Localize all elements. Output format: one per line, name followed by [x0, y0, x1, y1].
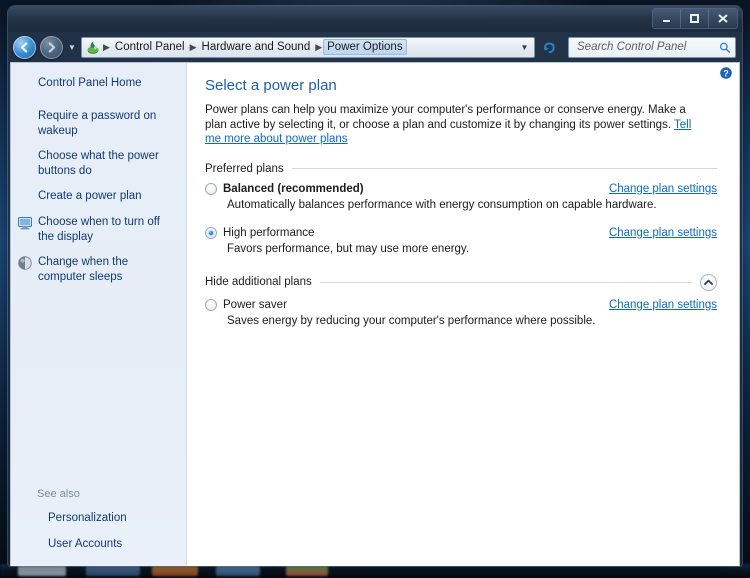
plan-name-high-performance: High performance [223, 226, 315, 239]
preferred-plans-group: Preferred plans Balanced (recommended) C… [205, 163, 717, 256]
plan-description-balanced: Automatically balances performance with … [227, 198, 657, 211]
sidebar-item-choose-power-buttons[interactable]: Choose what the power buttons do [11, 149, 186, 179]
window-titlebar[interactable] [8, 6, 742, 32]
sidebar-item-label: User Accounts [48, 538, 123, 550]
change-plan-settings-balanced[interactable]: Change plan settings [595, 183, 717, 195]
plan-power-saver: Power saver Change plan settings Saves e… [205, 298, 717, 328]
help-icon[interactable]: ? [719, 66, 733, 80]
main-content: ? Select a power plan Power plans can he… [187, 63, 739, 566]
maximize-button[interactable] [681, 9, 709, 28]
address-bar[interactable]: ▶ Control Panel ▶ Hardware and Sound ▶ P… [81, 36, 535, 58]
sidebar-item-label: Choose what the power buttons do [38, 150, 159, 177]
breadcrumb-power-options[interactable]: Power Options [323, 39, 407, 55]
change-plan-settings-power-saver[interactable]: Change plan settings [595, 299, 717, 311]
breadcrumb-separator: ▶ [189, 41, 197, 52]
plan-main: High performance [205, 226, 595, 239]
sidebar-item-label: Choose when to turn off the display [38, 216, 160, 243]
plan-balanced: Balanced (recommended) Change plan setti… [205, 182, 717, 212]
close-button[interactable] [709, 9, 737, 28]
taskbar-start-orb[interactable] [18, 566, 66, 576]
plan-name-balanced: Balanced (recommended) [223, 182, 364, 195]
plan-line: High performance [205, 226, 595, 239]
sidebar-item-label: Create a power plan [38, 190, 142, 202]
plan-description-power-saver: Saves energy by reducing your computer's… [227, 314, 596, 327]
power-options-window: ▼ ▶ Control Panel ▶ Hardware and Sound ▶… [8, 6, 742, 566]
additional-plans-header: Hide additional plans [205, 273, 717, 291]
divider [291, 168, 717, 169]
plan-row: High performance Change plan settings [205, 226, 717, 239]
taskbar-item[interactable] [152, 566, 198, 576]
divider [319, 281, 692, 283]
plan-line: Balanced (recommended) [205, 182, 595, 195]
search-input[interactable] [575, 40, 720, 54]
sidebar-item-control-panel-home[interactable]: Control Panel Home [11, 76, 186, 92]
additional-plans-expander[interactable] [700, 273, 717, 291]
recent-pages-chevron-icon[interactable]: ▼ [67, 43, 77, 52]
sidebar-item-label: Require a password on wakeup [38, 110, 157, 137]
preferred-plans-header: Preferred plans [205, 163, 717, 175]
sidebar: Control Panel Home Require a password on… [11, 63, 187, 566]
hide-additional-plans-title: Hide additional plans [205, 276, 312, 288]
sidebar-item-personalization[interactable]: Personalization [21, 511, 178, 527]
chevron-down-icon[interactable]: ▼ [517, 43, 532, 52]
taskbar-item[interactable] [86, 566, 140, 576]
window-client-area: Control Panel Home Require a password on… [10, 62, 740, 566]
preferred-plans-title: Preferred plans [205, 162, 284, 175]
sleep-icon [18, 256, 32, 270]
search-icon[interactable] [719, 41, 731, 54]
plan-description-high-performance: Favors performance, but may use more ene… [227, 242, 470, 255]
sidebar-item-user-accounts[interactable]: User Accounts [21, 537, 178, 553]
back-icon[interactable] [13, 35, 36, 59]
page-title: Select a power plan [205, 77, 337, 94]
desktop: Facebook Facebook BeiWife 11 Lenovo [0, 0, 750, 578]
plan-row: Power saver Change plan settings [205, 298, 717, 311]
chevron-up-icon [704, 279, 713, 285]
sidebar-item-turn-off-display[interactable]: Choose when to turn off the display [11, 215, 186, 245]
breadcrumb-separator: ▶ [103, 41, 110, 52]
forward-icon[interactable] [40, 35, 63, 59]
plan-row: Balanced (recommended) Change plan setti… [205, 182, 717, 195]
plan-name-power-saver: Power saver [223, 298, 287, 311]
change-plan-settings-high-performance[interactable]: Change plan settings [595, 227, 717, 239]
see-also-section: See also Personalization User Accounts [11, 488, 186, 553]
window-controls [652, 8, 738, 29]
sidebar-item-label: Control Panel Home [38, 77, 142, 89]
radio-balanced[interactable] [205, 182, 217, 195]
intro-paragraph: Power plans can help you maximize your c… [205, 103, 697, 147]
sidebar-item-label: Personalization [48, 512, 127, 524]
radio-high-performance[interactable] [205, 226, 217, 239]
control-panel-icon [87, 40, 99, 54]
see-also-title: See also [37, 488, 80, 500]
sidebar-item-label: Change when the computer sleeps [38, 256, 129, 283]
navigation-bar: ▼ ▶ Control Panel ▶ Hardware and Sound ▶… [8, 32, 742, 62]
sidebar-item-computer-sleeps[interactable]: Change when the computer sleeps [11, 255, 186, 285]
taskbar-item[interactable] [216, 566, 260, 576]
plan-main: Power saver [205, 298, 595, 311]
plan-line: Power saver [205, 298, 595, 311]
sidebar-item-require-password-on-wakeup[interactable]: Require a password on wakeup [11, 109, 186, 139]
intro-text: Power plans can help you maximize your c… [205, 104, 686, 131]
search-box[interactable] [568, 36, 736, 58]
sidebar-item-create-a-power-plan[interactable]: Create a power plan [11, 189, 186, 205]
plan-main: Balanced (recommended) [205, 182, 595, 195]
additional-plans-group: Hide additional plans Power saver Change… [205, 273, 717, 328]
breadcrumb-control-panel[interactable]: Control Panel [111, 39, 189, 55]
breadcrumb-separator: ▶ [315, 41, 323, 52]
refresh-icon[interactable] [540, 38, 559, 57]
radio-power-saver[interactable] [205, 298, 217, 311]
taskbar-tray[interactable] [286, 566, 328, 576]
svg-text:?: ? [723, 68, 729, 78]
breadcrumb-hardware-and-sound[interactable]: Hardware and Sound [198, 39, 315, 55]
minimize-button[interactable] [653, 9, 681, 28]
plan-high-performance: High performance Change plan settings Fa… [205, 226, 717, 256]
taskbar[interactable] [0, 564, 750, 578]
display-icon [18, 217, 32, 230]
